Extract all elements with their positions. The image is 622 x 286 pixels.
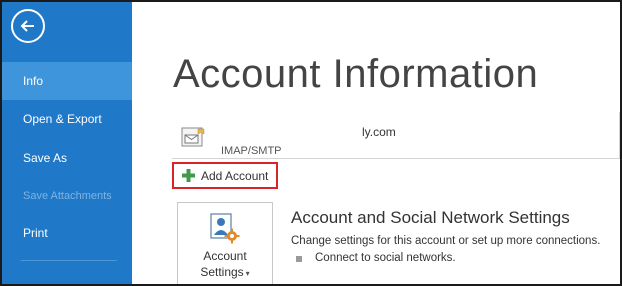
page-title: Account Information bbox=[173, 52, 539, 96]
account-settings-button[interactable]: Account Settings ▾ bbox=[177, 202, 273, 284]
account-type: IMAP/SMTP bbox=[221, 145, 282, 157]
section-title: Account and Social Network Settings bbox=[291, 208, 570, 227]
account-settings-icon bbox=[210, 213, 240, 244]
account-selector-underline bbox=[172, 158, 620, 159]
bullet-icon bbox=[296, 256, 302, 262]
sidebar-divider bbox=[21, 260, 117, 261]
sidebar-item-open-export[interactable]: Open & Export bbox=[2, 100, 132, 138]
sidebar-item-info[interactable]: Info bbox=[2, 62, 132, 100]
sidebar-item-print[interactable]: Print bbox=[2, 214, 132, 252]
add-account-button[interactable]: Add Account bbox=[172, 162, 278, 189]
chevron-down-icon: ▾ bbox=[245, 269, 250, 278]
outlook-backstage-window: Info Open & Export Save As Save Attachme… bbox=[0, 0, 622, 286]
section-description: Change settings for this account or set … bbox=[291, 235, 601, 247]
account-selector-edge bbox=[619, 112, 620, 159]
back-arrow-icon bbox=[20, 20, 34, 32]
plus-icon bbox=[182, 169, 195, 182]
sidebar-item-save-attachments: Save Attachments bbox=[23, 190, 112, 202]
account-settings-label-line2: Settings ▾ bbox=[178, 265, 272, 279]
connect-social-networks-link[interactable]: Connect to social networks. bbox=[315, 252, 456, 264]
add-account-label: Add Account bbox=[201, 169, 269, 183]
main-content: Account Information ly.com IMAP/SMTP Add… bbox=[132, 2, 620, 284]
backstage-sidebar: Info Open & Export Save As Save Attachme… bbox=[2, 2, 132, 284]
sidebar-item-save-as[interactable]: Save As bbox=[2, 139, 132, 177]
envelope-account-icon bbox=[181, 127, 205, 147]
account-settings-label-text: Settings bbox=[200, 265, 244, 279]
back-button[interactable] bbox=[11, 9, 45, 43]
account-selector[interactable]: ly.com IMAP/SMTP bbox=[172, 112, 620, 160]
account-settings-label-line1: Account bbox=[203, 249, 247, 263]
account-email: ly.com bbox=[362, 125, 396, 139]
